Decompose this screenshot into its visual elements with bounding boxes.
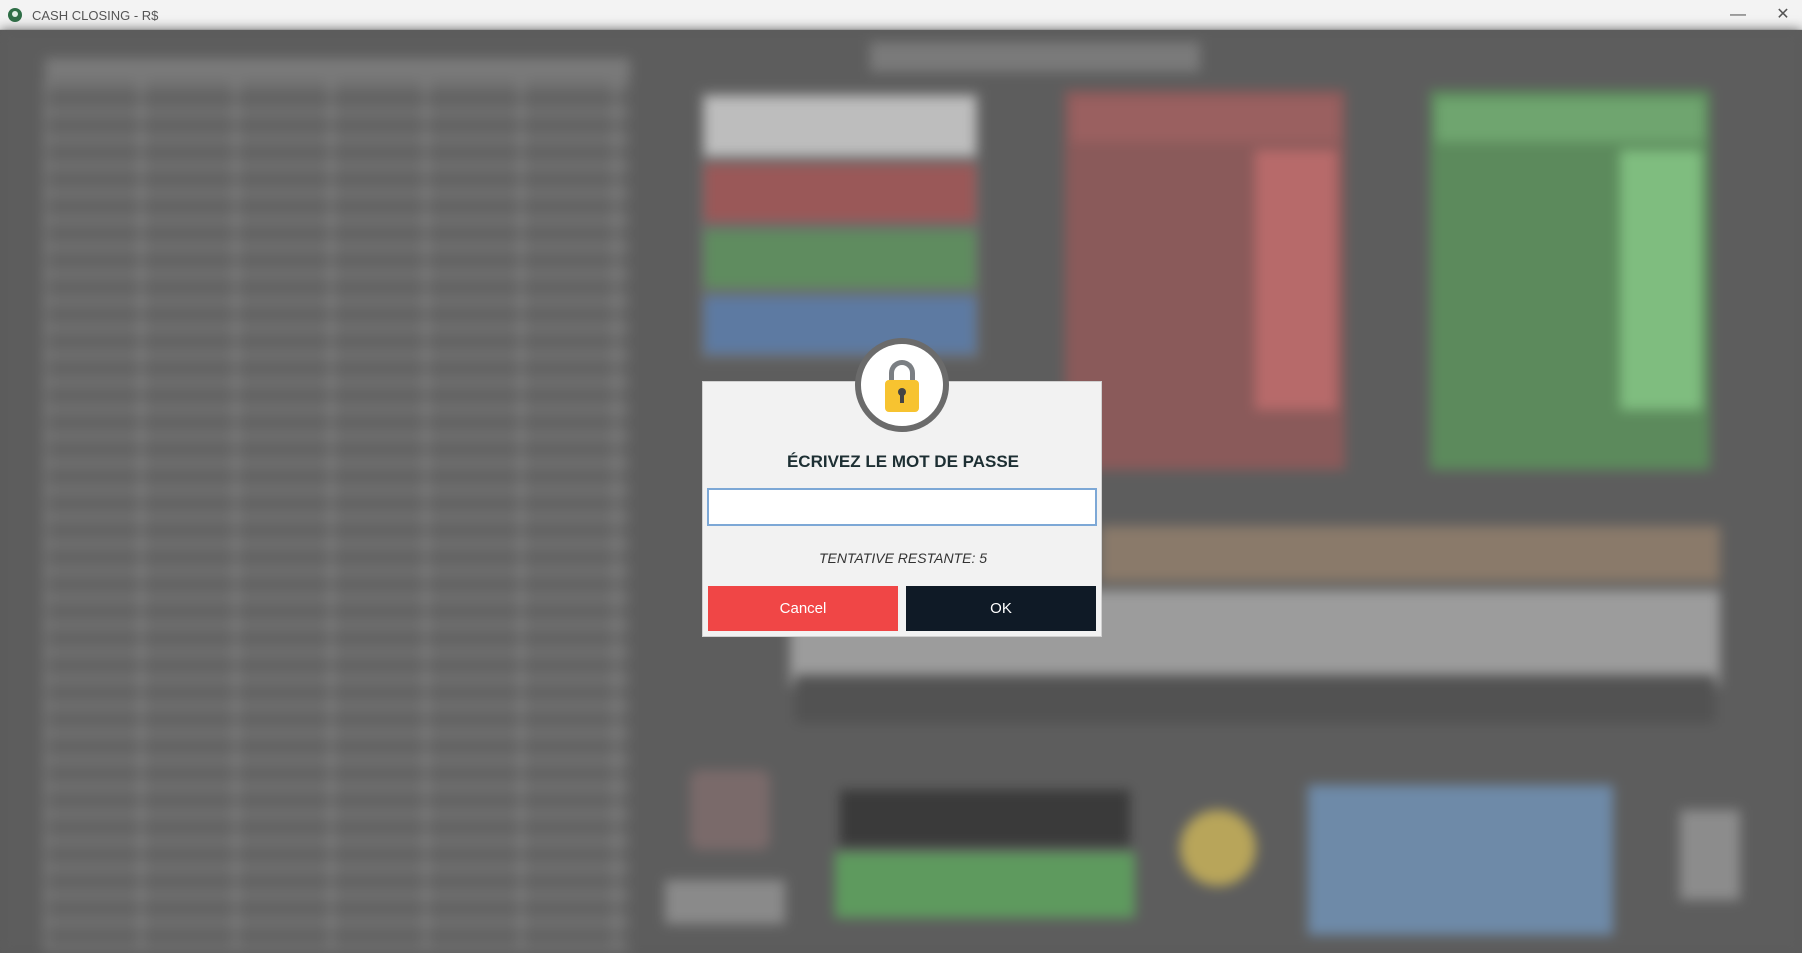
attempts-remaining: TENTATIVE RESTANTE: 5	[818, 550, 988, 566]
dialog-title: ÉCRIVEZ LE MOT DE PASSE	[786, 452, 1020, 471]
window-title: CASH CLOSING - R$	[32, 8, 159, 23]
lock-icon	[885, 354, 919, 416]
background-blue-card	[1308, 785, 1613, 935]
cancel-button[interactable]: Cancel	[708, 586, 898, 631]
background-panel-right	[1430, 90, 1710, 470]
app-download-icon	[8, 8, 22, 22]
background-title-bar	[870, 42, 1200, 72]
background-coin-icon	[1180, 810, 1256, 886]
close-button[interactable]: ✕	[1760, 0, 1802, 30]
background-clipboard-icon	[1680, 810, 1740, 900]
background-green-button	[835, 852, 1135, 918]
background-shapes-icon	[690, 770, 770, 850]
background-dark-button	[840, 790, 1130, 846]
background-panel-middle	[1065, 90, 1345, 470]
background-table	[45, 80, 630, 950]
background-panel-left	[700, 90, 980, 360]
password-input[interactable]	[707, 488, 1097, 526]
background-small-button	[665, 880, 785, 924]
minimize-button[interactable]: —	[1715, 0, 1761, 30]
background-currency-strip	[1100, 526, 1720, 582]
window-titlebar: CASH CLOSING - R$ — ✕	[0, 0, 1802, 30]
background-total-bar	[795, 675, 1715, 723]
ok-button[interactable]: OK	[906, 586, 1096, 631]
lock-badge	[855, 338, 949, 432]
